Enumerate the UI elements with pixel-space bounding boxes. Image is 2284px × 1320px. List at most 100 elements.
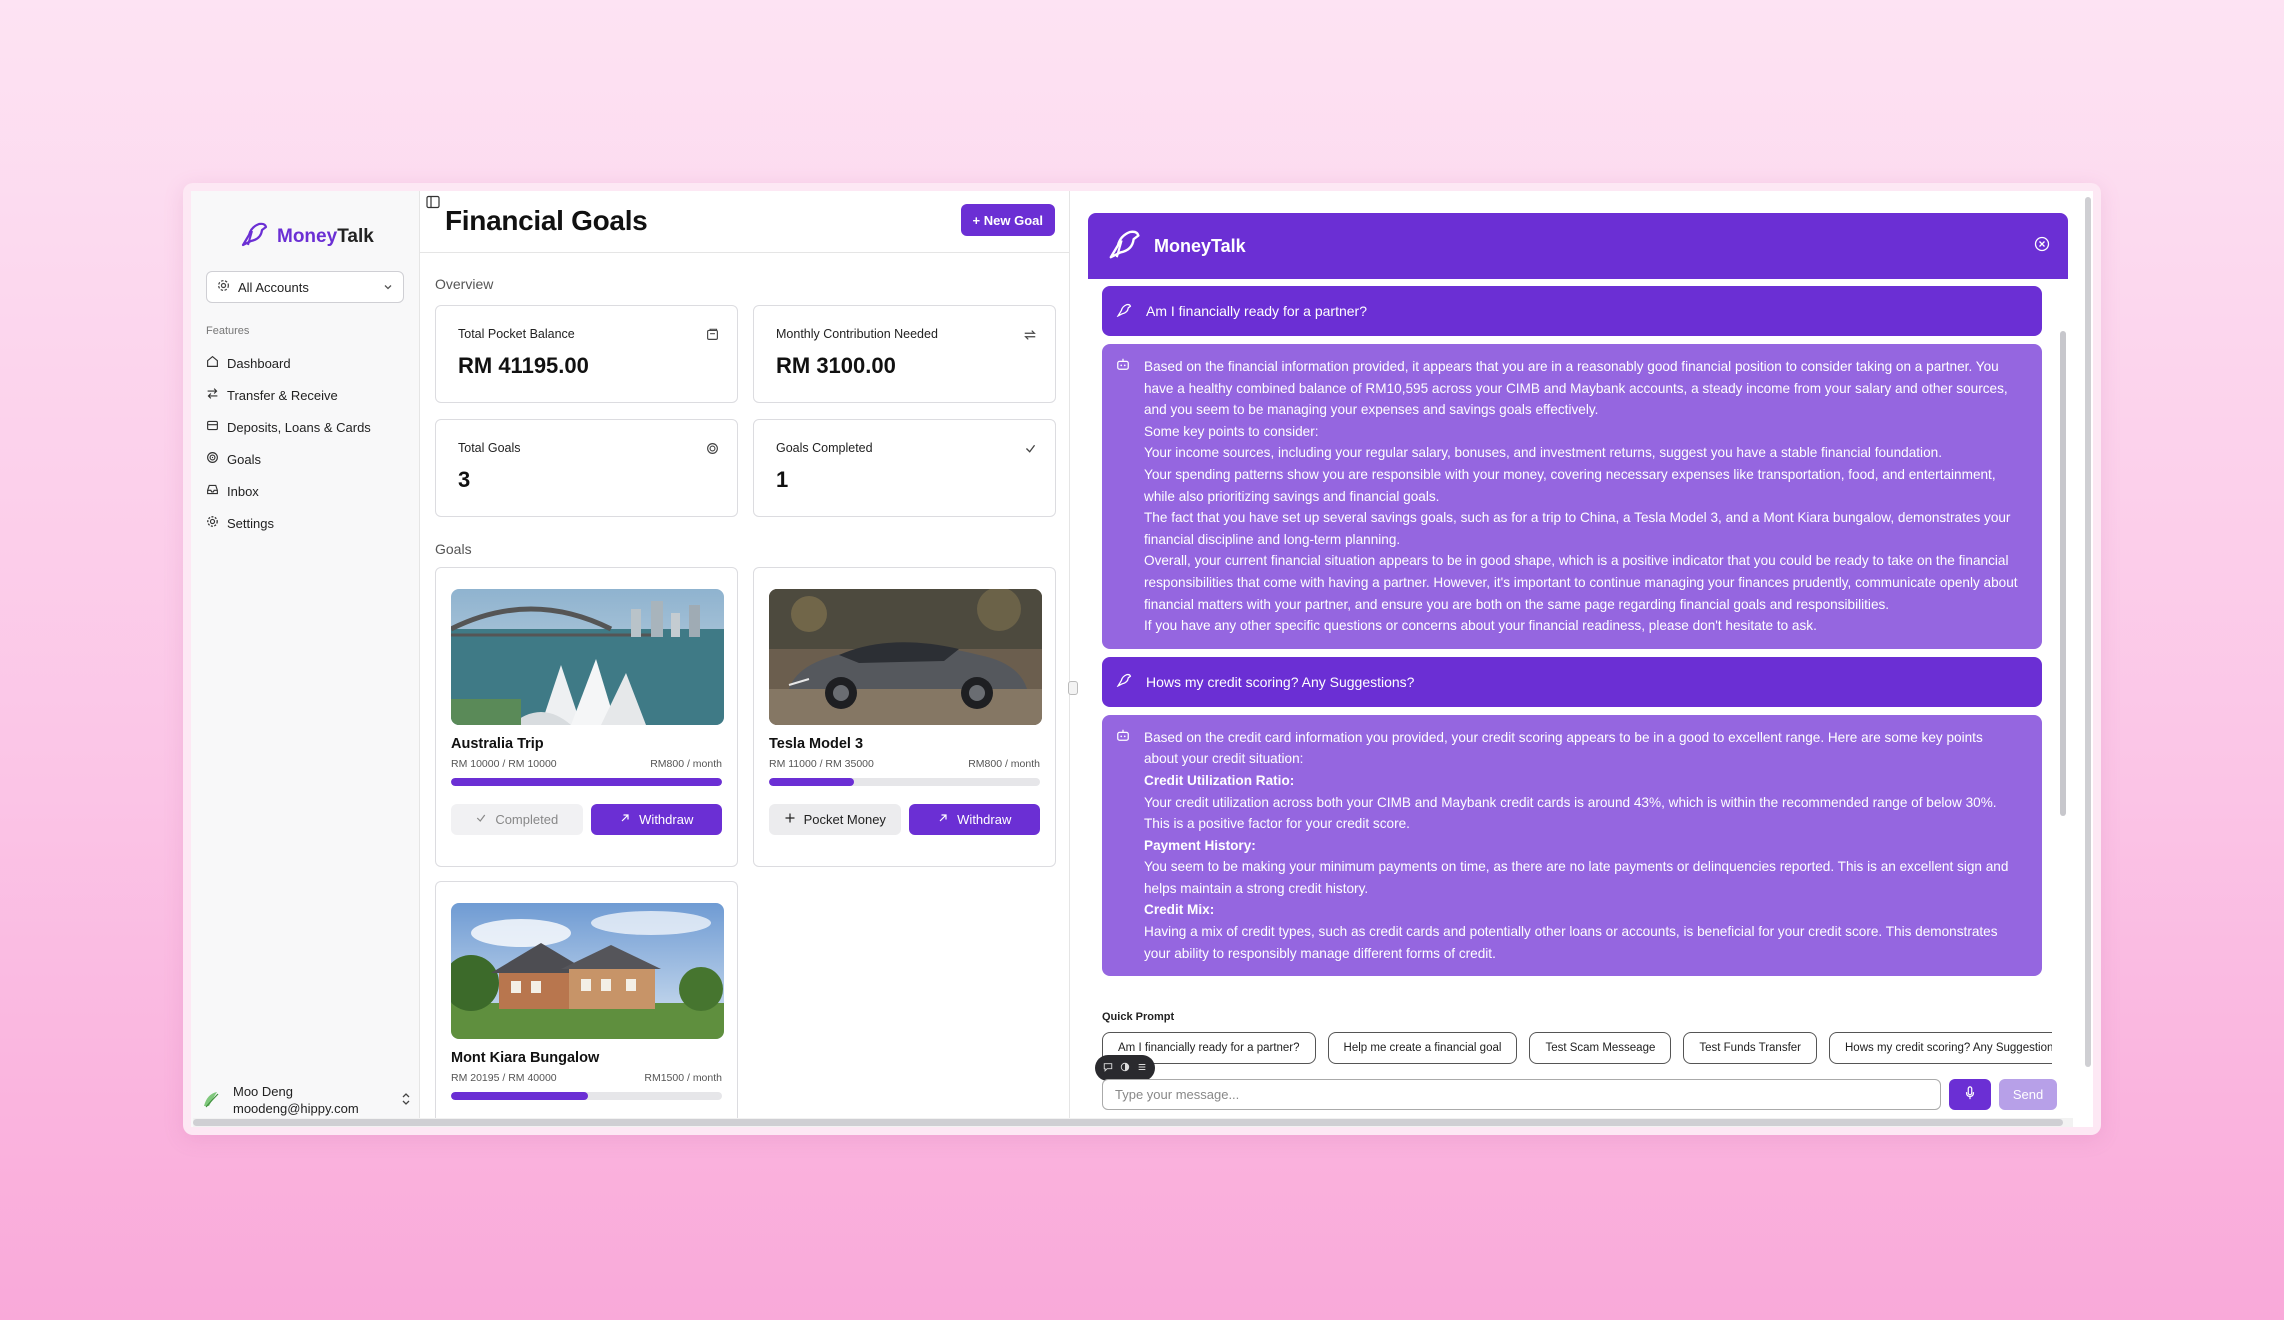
close-icon[interactable] [2034,236,2050,257]
send-button[interactable]: Send [1999,1079,2057,1110]
goal-image-car [769,589,1042,725]
chat-header: MoneyTalk [1088,213,2068,279]
bot-icon [1116,727,1130,965]
user-menu[interactable]: Moo Deng moodeng@hippy.com [201,1083,411,1117]
quick-prompt-chip[interactable]: Test Funds Transfer [1683,1032,1817,1064]
message-line: Based on the credit card information you… [1144,729,1983,767]
message-line: The fact that you have set up several sa… [1144,510,2011,547]
goal-name: Australia Trip [451,736,544,752]
plus-icon [784,812,796,827]
goal-monthly: RM800 / month [968,758,1040,770]
goal-progress-fill [769,778,855,786]
panel-resize-handle[interactable] [1068,681,1078,695]
account-select[interactable]: All Accounts [206,271,404,303]
avatar [201,1088,223,1113]
stat-card-pocket-balance: Total Pocket Balance RM 41195.00 [435,305,738,403]
goal-meta: RM 10000 / RM 10000 RM800 / month [451,758,722,770]
withdraw-button[interactable]: Withdraw [908,804,1040,835]
stat-card-monthly-contribution: Monthly Contribution Needed RM 3100.00 [753,305,1056,403]
bird-logo-icon [1116,303,1132,320]
message-line: Your income sources, including your regu… [1144,445,1942,461]
goal-monthly: RM800 / month [650,758,722,770]
stat-value: RM 3100.00 [776,353,896,378]
sidebar: MoneyTalk All Accounts Features Dashboar… [191,191,420,1127]
sidebar-item-label: Dashboard [227,355,291,371]
goal-monthly: RM1500 / month [644,1072,722,1084]
bot-message: Based on the credit card information you… [1102,714,2042,977]
chat-messages: Am I financially ready for a partner? Ba… [1102,286,2042,996]
chevron-down-icon [383,280,393,295]
message-line: If you have any other specific questions… [1144,618,1817,634]
goal-amount: RM 20195 / RM 40000 [451,1072,557,1084]
sidebar-item-deposits[interactable]: Deposits, Loans & Cards [206,411,406,443]
chat-bubble-icon[interactable] [1103,1059,1113,1077]
sidebar-item-transfer[interactable]: Transfer & Receive [206,379,406,411]
stat-title: Monthly Contribution Needed [776,327,938,341]
goal-card-tesla-model-3: Tesla Model 3 RM 11000 / RM 35000 RM800 … [753,567,1056,867]
quick-prompt-chip[interactable]: Help me create a financial goal [1327,1032,1518,1064]
horizontal-scroll-thumb[interactable] [193,1119,2063,1126]
quick-prompt-chip[interactable]: Test Scam Messeage [1529,1032,1672,1064]
new-goal-button[interactable]: + New Goal [960,204,1055,236]
goal-meta: RM 11000 / RM 35000 RM800 / month [769,758,1040,770]
goal-progress-fill [451,1092,588,1100]
account-select-label: All Accounts [238,279,309,295]
sidebar-toggle-icon[interactable] [426,195,440,214]
sidebar-item-dashboard[interactable]: Dashboard [206,347,406,379]
microphone-icon [1964,1086,1976,1103]
arrow-up-right-icon [619,812,631,827]
stat-value: RM 41195.00 [458,353,589,378]
quick-prompt-label: Quick Prompt [1102,1011,1175,1023]
features-label: Features [206,325,250,337]
list-icon[interactable] [1137,1059,1147,1077]
message-line: Having a mix of credit types, such as cr… [1144,924,1998,961]
message-text: Am I financially ready for a partner? [1146,303,1367,319]
chat-panel: MoneyTalk Am I financially ready for a p… [1070,191,2093,1127]
stat-value: 3 [458,467,471,492]
sidebar-item-label: Deposits, Loans & Cards [227,419,371,435]
stat-title: Total Pocket Balance [458,327,575,341]
sidebar-item-settings[interactable]: Settings [206,507,406,539]
completed-button[interactable]: Completed [451,804,583,835]
arrow-up-right-icon [937,812,949,827]
message-input[interactable] [1102,1079,1941,1110]
goal-card-mont-kiara-bungalow: Mont Kiara Bungalow RM 20195 / RM 40000 … [435,881,738,1121]
goal-amount: RM 11000 / RM 35000 [769,758,874,770]
horizontal-scrollbar[interactable] [193,1118,2073,1127]
sidebar-item-label: Goals [227,451,261,467]
sidebar-item-goals[interactable]: Goals [206,443,406,475]
message-line: Payment History: [1144,837,1256,853]
wallet-icon [706,328,719,346]
pocket-money-button[interactable]: Pocket Money [769,804,901,835]
gear-icon [206,515,219,531]
sidebar-item-inbox[interactable]: Inbox [206,475,406,507]
app-window: MoneyTalk All Accounts Features Dashboar… [191,191,2093,1127]
message-text: Based on the credit card information you… [1144,727,2018,965]
message-line: Some key points to consider: [1144,423,1319,439]
page-scrollbar[interactable] [2085,197,2091,1067]
quick-prompts: Am I financially ready for a partner? He… [1102,1032,2052,1066]
bird-logo-icon [239,221,269,252]
goal-image-sydney-opera-house [451,589,724,725]
quick-prompt-chip[interactable]: Hows my credit scoring? Any Suggestions? [1829,1032,2052,1064]
withdraw-button[interactable]: Withdraw [590,804,722,835]
page-header: Financial Goals + New Goal [420,191,1069,253]
goal-image-house [451,903,724,1039]
brand-logo[interactable]: MoneyTalk [239,221,374,252]
sidebar-nav: Dashboard Transfer & Receive Deposits, L… [206,347,406,539]
bot-message: Based on the financial information provi… [1102,344,2042,649]
message-line: Credit Mix: [1144,902,1215,918]
target-icon [706,442,719,460]
mic-button[interactable] [1949,1079,1991,1110]
sidebar-item-label: Transfer & Receive [227,387,338,403]
chat-scrollbar[interactable] [2060,331,2066,816]
floating-toolbar [1095,1055,1155,1081]
button-label: Completed [495,812,559,827]
contrast-icon[interactable] [1120,1059,1130,1077]
transfer-icon [206,387,219,403]
message-line: Based on the financial information provi… [1144,359,2008,418]
inbox-icon [206,483,219,499]
bird-logo-icon [1116,673,1132,690]
target-icon [206,451,219,467]
overview-label: Overview [435,276,494,292]
